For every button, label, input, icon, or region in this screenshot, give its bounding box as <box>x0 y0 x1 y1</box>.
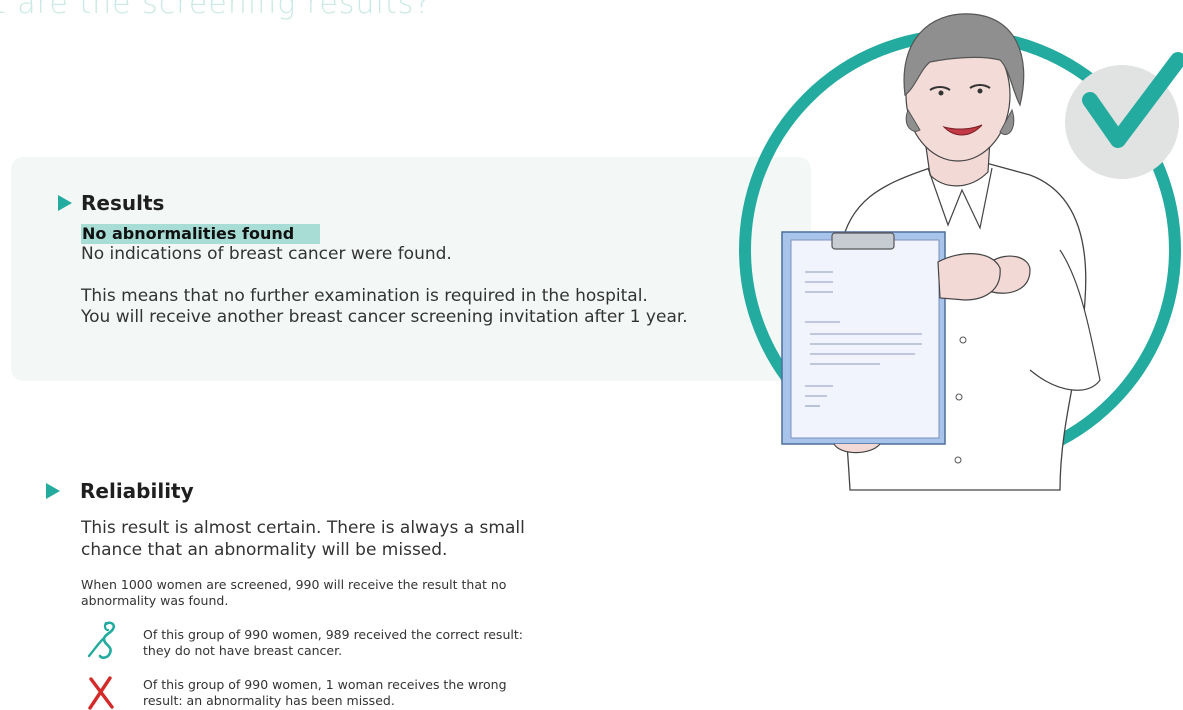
doctor-illustration <box>739 13 1183 491</box>
reliability-heading[interactable]: Reliability <box>46 479 194 503</box>
results-heading[interactable]: Results <box>58 191 164 215</box>
result-indication: No indications of breast cancer were fou… <box>81 244 452 264</box>
wrong-result-text: Of this group of 990 women, 1 woman rece… <box>143 677 507 708</box>
result-explanation-line2: You will receive another breast cancer s… <box>81 307 688 327</box>
reliability-heading-label: Reliability <box>80 479 194 503</box>
results-heading-label: Results <box>81 191 165 215</box>
result-explanation: This means that no further examination i… <box>81 286 761 328</box>
play-triangle-icon <box>58 195 72 211</box>
woman-figure-icon <box>87 621 116 659</box>
correct-result-text: Of this group of 990 women, 989 received… <box>143 627 523 658</box>
reliability-screened-text: When 1000 women are screened, 990 will r… <box>81 577 507 608</box>
result-explanation-line1: This means that no further examination i… <box>81 286 648 306</box>
reliability-summary: This result is almost certain. There is … <box>81 518 525 560</box>
play-triangle-icon <box>46 483 60 499</box>
cross-icon <box>88 676 114 710</box>
result-highlight: No abnormalities found <box>81 224 320 244</box>
page-title: t are the screening results? <box>0 0 432 21</box>
